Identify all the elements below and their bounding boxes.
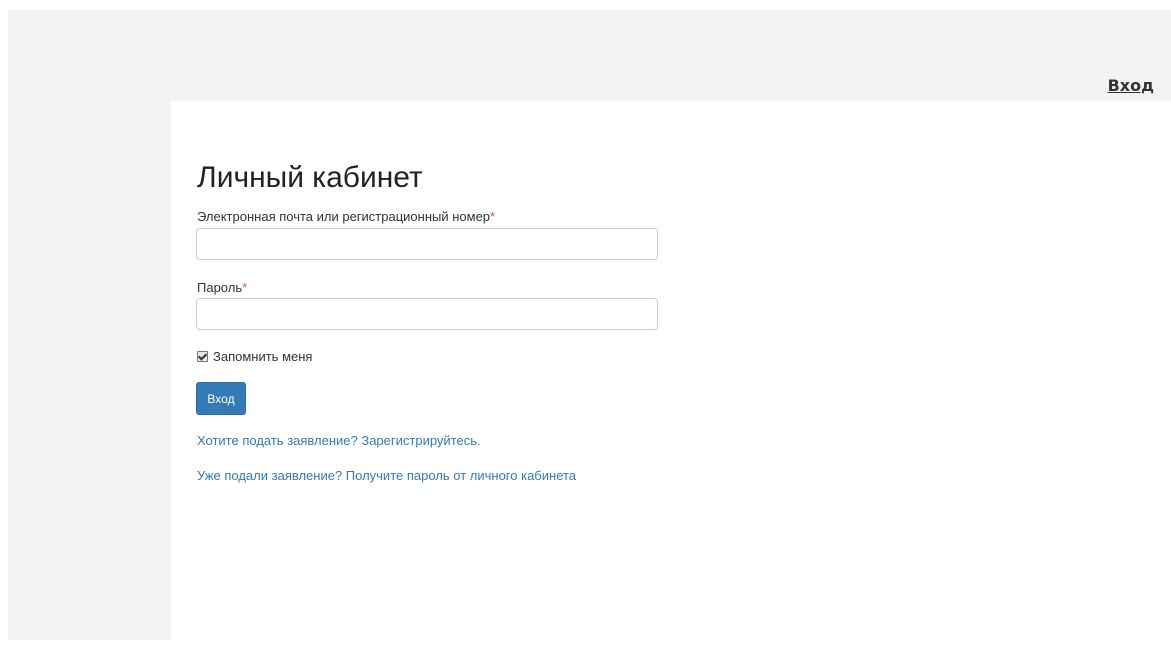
password-label-text: Пароль xyxy=(197,280,243,295)
remember-me[interactable]: Запомнить меня xyxy=(197,349,312,364)
email-label-text: Электронная почта или регистрационный но… xyxy=(197,209,491,224)
login-panel: Личный кабинет Электронная почта или рег… xyxy=(171,101,1171,640)
required-mark: * xyxy=(242,280,248,295)
email-label: Электронная почта или регистрационный но… xyxy=(197,209,495,225)
header-login-link[interactable]: Вход xyxy=(1108,76,1154,95)
required-mark: * xyxy=(490,209,496,224)
login-button[interactable]: Вход xyxy=(196,382,246,415)
page-title: Личный кабинет xyxy=(197,161,423,194)
password-label: Пароль* xyxy=(197,280,247,296)
email-input[interactable] xyxy=(196,228,658,260)
remember-me-label: Запомнить меня xyxy=(213,349,313,364)
page-background: Вход Личный кабинет Электронная почта ил… xyxy=(8,10,1171,640)
checkbox-checked-icon[interactable] xyxy=(197,351,208,362)
password-input[interactable] xyxy=(196,298,658,330)
get-password-link[interactable]: Уже подали заявление? Получите пароль от… xyxy=(197,468,576,484)
register-link[interactable]: Хотите подать заявление? Зарегистрируйте… xyxy=(197,433,481,449)
